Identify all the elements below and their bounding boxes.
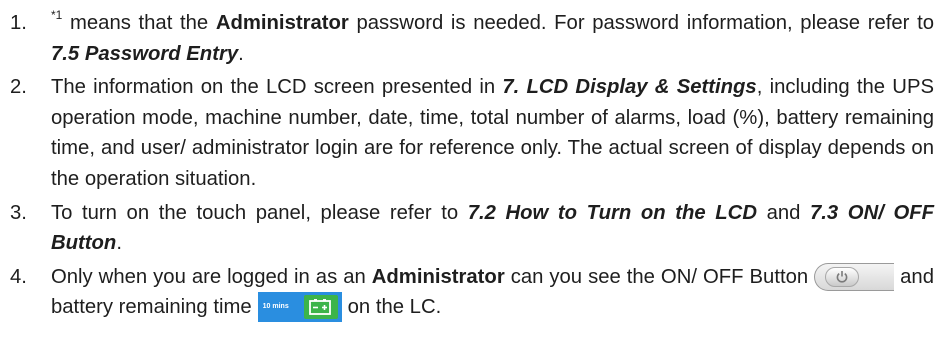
section-reference: 7.2 How to Turn on the LCD [467, 201, 757, 224]
note-2: 2. The information on the LCD screen pre… [8, 72, 934, 194]
battery-time-label: 10 mins [262, 303, 289, 311]
battery-icon [303, 295, 338, 320]
note-number: 4. [10, 265, 27, 288]
on-off-button-image [814, 262, 895, 291]
note-text: The information on the LCD screen presen… [51, 76, 503, 99]
note-text: can you see the ON/ OFF Button [504, 265, 809, 288]
note-text: . [238, 42, 244, 65]
note-number: 1. [10, 12, 27, 34]
battery-time-image: 10 mins [257, 292, 342, 323]
note-3: 3. To turn on the touch panel, please re… [8, 198, 934, 259]
section-reference: 7.5 Password Entry [51, 42, 239, 65]
note-text: To turn on the touch panel, please refer… [51, 201, 468, 224]
note-text: on the LC. [347, 296, 442, 319]
note-text: Only when you are logged in as an [51, 265, 372, 288]
note-text: means that the [62, 12, 216, 34]
document-page: 1. *1 means that the Administrator passw… [0, 0, 944, 364]
note-text: password is needed. For password informa… [348, 12, 934, 34]
note-text: . [116, 232, 122, 255]
section-reference: 7. LCD Display & Settings [502, 76, 757, 99]
administrator-term: Administrator [215, 12, 349, 34]
power-icon [825, 266, 860, 287]
note-number: 2. [10, 76, 27, 99]
note-number: 3. [10, 201, 27, 224]
note-text: and [756, 201, 811, 224]
notes-list: 1. *1 means that the Administrator passw… [8, 8, 934, 323]
footnote-marker: *1 [51, 9, 62, 34]
superscript: *1 [51, 8, 63, 23]
note-4: 4. Only when you are logged in as an Adm… [8, 262, 934, 323]
administrator-term: Administrator [371, 265, 505, 288]
note-1: 1. *1 means that the Administrator passw… [8, 8, 934, 69]
